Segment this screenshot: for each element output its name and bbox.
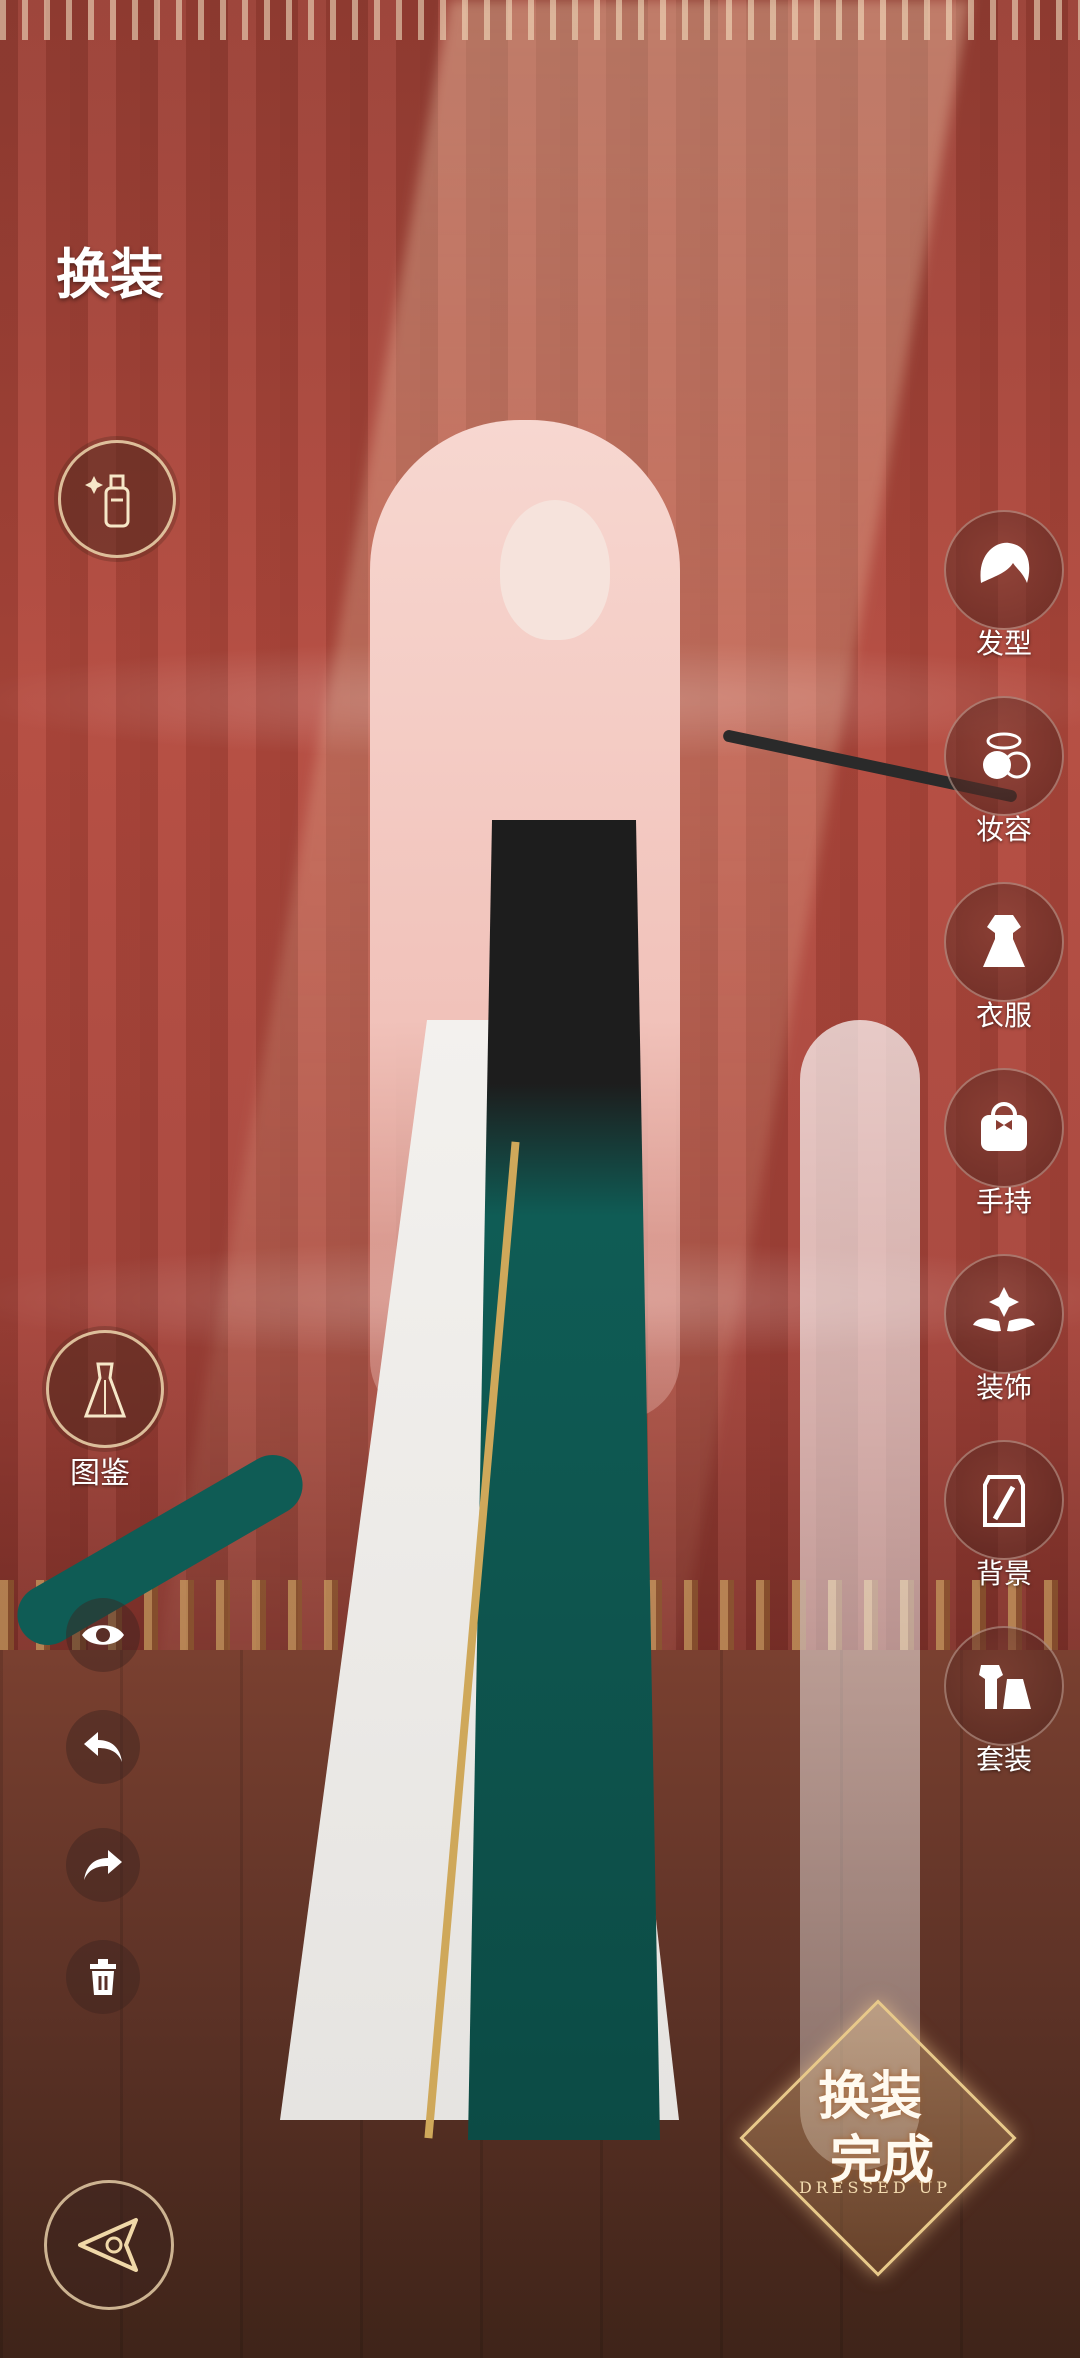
handbag-icon <box>981 1102 1027 1151</box>
catalog-label: 图鉴 <box>70 1456 130 1491</box>
wings-ornament-icon <box>973 1287 1035 1332</box>
gown-icon <box>83 1362 127 1418</box>
eye-icon <box>82 1625 124 1645</box>
redo-icon <box>84 1850 122 1880</box>
menu-icon-circle <box>944 1254 1064 1374</box>
menu-icon-circle <box>944 882 1064 1002</box>
menu-label: 发型 <box>975 627 1032 660</box>
lotion-bottle-icon <box>85 474 130 528</box>
redo-button[interactable] <box>66 1828 140 1902</box>
menu-outfit-set[interactable]: 套装 <box>942 1626 1066 1796</box>
hairstyle-icon <box>980 542 1030 583</box>
dress-up-scene <box>0 0 1080 2358</box>
character-model[interactable] <box>6 420 1018 2170</box>
makeup-icon <box>983 732 1031 779</box>
character-face <box>500 500 610 640</box>
menu-icon-circle <box>944 1626 1064 1746</box>
menu-label: 背景 <box>975 1557 1032 1590</box>
skincare-button[interactable] <box>58 440 176 558</box>
menu-accessories[interactable]: 装饰 <box>942 1254 1066 1424</box>
trash-icon <box>90 1959 116 1995</box>
character-scarf <box>800 1020 920 2170</box>
menu-icon-circle <box>944 1068 1064 1188</box>
menu-label: 手持 <box>975 1185 1032 1218</box>
page-title: 换装 <box>56 243 164 306</box>
menu-icon-circle <box>944 1440 1064 1560</box>
background-icon <box>983 1475 1025 1527</box>
dressed-up-confirm-button[interactable]: 换装 完成 <box>739 1999 1017 2277</box>
outfit-set-icon <box>979 1665 1031 1709</box>
catalog-button[interactable] <box>46 1330 164 1448</box>
undo-button[interactable] <box>66 1710 140 1784</box>
menu-makeup[interactable]: 妆容 <box>942 696 1066 866</box>
menu-background[interactable]: 背景 <box>942 1440 1066 1610</box>
compass-arrow-icon <box>78 2218 138 2272</box>
delete-button[interactable] <box>66 1940 140 2014</box>
menu-label: 衣服 <box>975 999 1032 1032</box>
menu-icon-circle <box>944 696 1064 816</box>
menu-label: 装饰 <box>975 1371 1032 1404</box>
badge-subtitle: DRESSED UP <box>798 2178 952 2197</box>
menu-hairstyle[interactable]: 发型 <box>942 510 1066 680</box>
menu-icon-circle <box>944 510 1064 630</box>
menu-handheld[interactable]: 手持 <box>942 1068 1066 1238</box>
toggle-view-button[interactable] <box>66 1598 140 1672</box>
menu-label: 妆容 <box>975 813 1032 846</box>
dress-icon <box>983 915 1025 967</box>
navigation-button[interactable] <box>44 2180 174 2310</box>
undo-icon <box>84 1732 122 1762</box>
menu-clothes[interactable]: 衣服 <box>942 882 1066 1052</box>
menu-label: 套装 <box>975 1743 1032 1776</box>
